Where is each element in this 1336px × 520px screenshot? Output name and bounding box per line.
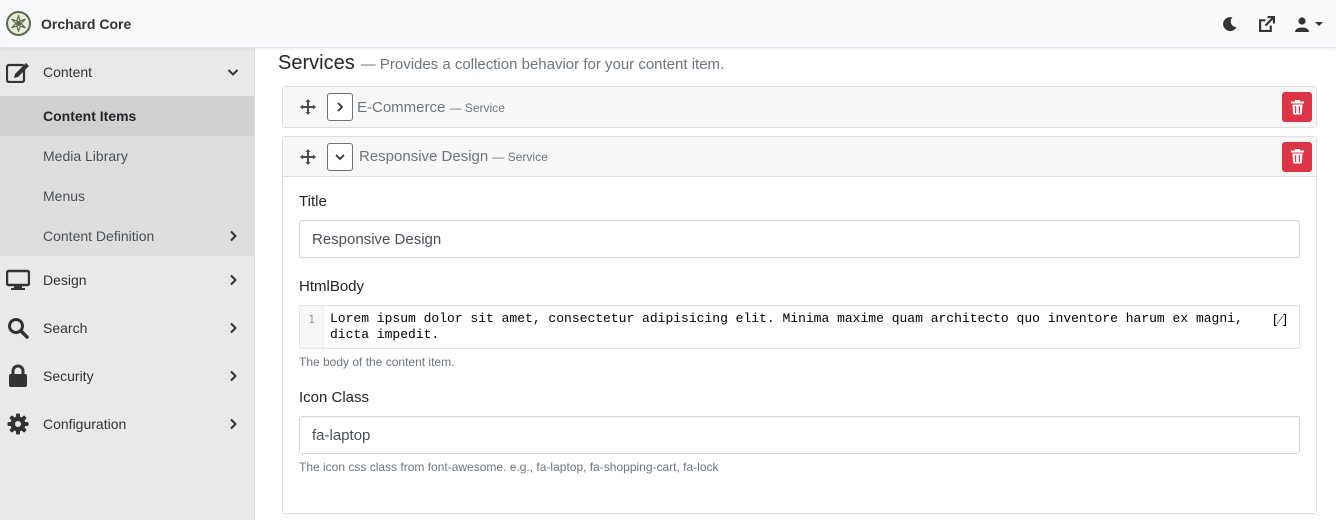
htmlbody-editor[interactable]: 1 Lorem ipsum dolor sit amet, consectetu… xyxy=(299,305,1300,349)
chevron-right-icon xyxy=(337,102,344,112)
collapse-button[interactable] xyxy=(327,142,353,171)
icon-class-input[interactable] xyxy=(299,416,1300,454)
card-type: — Service xyxy=(449,100,505,115)
trash-icon xyxy=(1290,149,1304,164)
htmlbody-hint: The body of the content item. xyxy=(299,355,455,369)
user-icon xyxy=(1295,17,1309,32)
title-label: Title xyxy=(299,193,327,210)
main-content: Services — Provides a collection behavio… xyxy=(256,48,1336,520)
card-title: Responsive Design — Service xyxy=(359,148,548,165)
chevron-right-icon xyxy=(226,273,240,287)
card-title-text: E-Commerce xyxy=(357,98,446,116)
external-link-icon[interactable] xyxy=(1256,14,1276,34)
moon-icon[interactable] xyxy=(1220,14,1240,34)
brand[interactable]: Orchard Core xyxy=(6,11,131,36)
expand-button[interactable] xyxy=(327,93,353,121)
top-navbar: Orchard Core xyxy=(0,0,1336,48)
sidebar-item-content-items[interactable]: Content Items xyxy=(0,96,254,136)
card-body: Title HtmlBody 1 Lorem ipsum dolor sit a… xyxy=(283,177,1316,490)
chevron-right-icon xyxy=(226,417,240,431)
sidebar-item-configuration[interactable]: Configuration xyxy=(0,400,254,448)
edit-icon xyxy=(5,59,31,85)
move-icon[interactable] xyxy=(299,98,317,116)
search-icon xyxy=(5,315,31,341)
title-input[interactable] xyxy=(299,220,1300,258)
chevron-right-icon xyxy=(226,369,240,383)
card-type: — Service xyxy=(492,150,548,164)
move-icon[interactable] xyxy=(299,148,317,166)
sidebar-item-label: Configuration xyxy=(43,416,127,432)
icon-class-label: Icon Class xyxy=(299,389,370,406)
htmlbody-label: HtmlBody xyxy=(299,278,365,295)
chevron-right-icon xyxy=(226,229,240,243)
sidebar-item-design[interactable]: Design xyxy=(0,256,254,304)
orchard-logo-icon xyxy=(6,11,31,36)
sidebar-item-content[interactable]: Content xyxy=(0,48,254,96)
sidebar-item-label: Menus xyxy=(43,188,86,204)
delete-button[interactable] xyxy=(1282,141,1312,172)
sidebar-item-label: Content Items xyxy=(43,108,137,124)
monitor-icon xyxy=(5,267,31,293)
content-item-card-responsive-design: Responsive Design — Service Title HtmlBo… xyxy=(282,136,1317,514)
caret-down-icon xyxy=(1315,22,1323,26)
content-item-card-ecommerce: E-Commerce — Service xyxy=(282,86,1317,128)
sidebar-item-media-library[interactable]: Media Library xyxy=(0,136,254,176)
sidebar-item-label: Content Definition xyxy=(43,228,155,244)
gear-icon xyxy=(5,411,31,437)
chevron-down-icon xyxy=(335,153,345,160)
chevron-down-icon xyxy=(226,65,240,79)
user-menu[interactable] xyxy=(1292,14,1326,34)
sidebar-item-menus[interactable]: Menus xyxy=(0,176,254,216)
sidebar-item-label: Security xyxy=(43,368,94,384)
htmlbody-code[interactable]: Lorem ipsum dolor sit amet, consectetur … xyxy=(324,306,1299,348)
sidebar-item-label: Search xyxy=(43,320,88,336)
icon-class-hint: The icon css class from font-awesome. e.… xyxy=(299,460,719,474)
app-title: Orchard Core xyxy=(41,15,132,32)
line-number: 1 xyxy=(300,306,324,348)
fullscreen-icon[interactable]: [⁄] xyxy=(1271,312,1289,328)
sidebar-item-content-definition[interactable]: Content Definition xyxy=(0,216,254,256)
lock-icon xyxy=(5,363,31,389)
sidebar-item-label: Design xyxy=(43,272,87,288)
card-title-text: Responsive Design xyxy=(359,148,489,165)
card-header: E-Commerce — Service xyxy=(283,87,1316,127)
chevron-right-icon xyxy=(226,321,240,335)
trash-icon xyxy=(1290,99,1304,114)
card-title: E-Commerce — Service xyxy=(357,99,505,116)
page-subtitle: — Provides a collection behavior for you… xyxy=(360,56,725,73)
content-submenu: Content Items Media Library Menus Conten… xyxy=(0,96,254,256)
delete-button[interactable] xyxy=(1282,92,1312,122)
card-header: Responsive Design — Service xyxy=(283,137,1316,177)
sidebar-item-search[interactable]: Search xyxy=(0,304,254,352)
page-heading: Services — Provides a collection behavio… xyxy=(278,52,724,75)
sidebar: Content Content Items Media Library Menu… xyxy=(0,48,255,520)
page-title: Services xyxy=(278,52,355,74)
sidebar-item-label: Content xyxy=(43,64,93,80)
sidebar-item-security[interactable]: Security xyxy=(0,352,254,400)
sidebar-item-label: Media Library xyxy=(43,148,128,164)
